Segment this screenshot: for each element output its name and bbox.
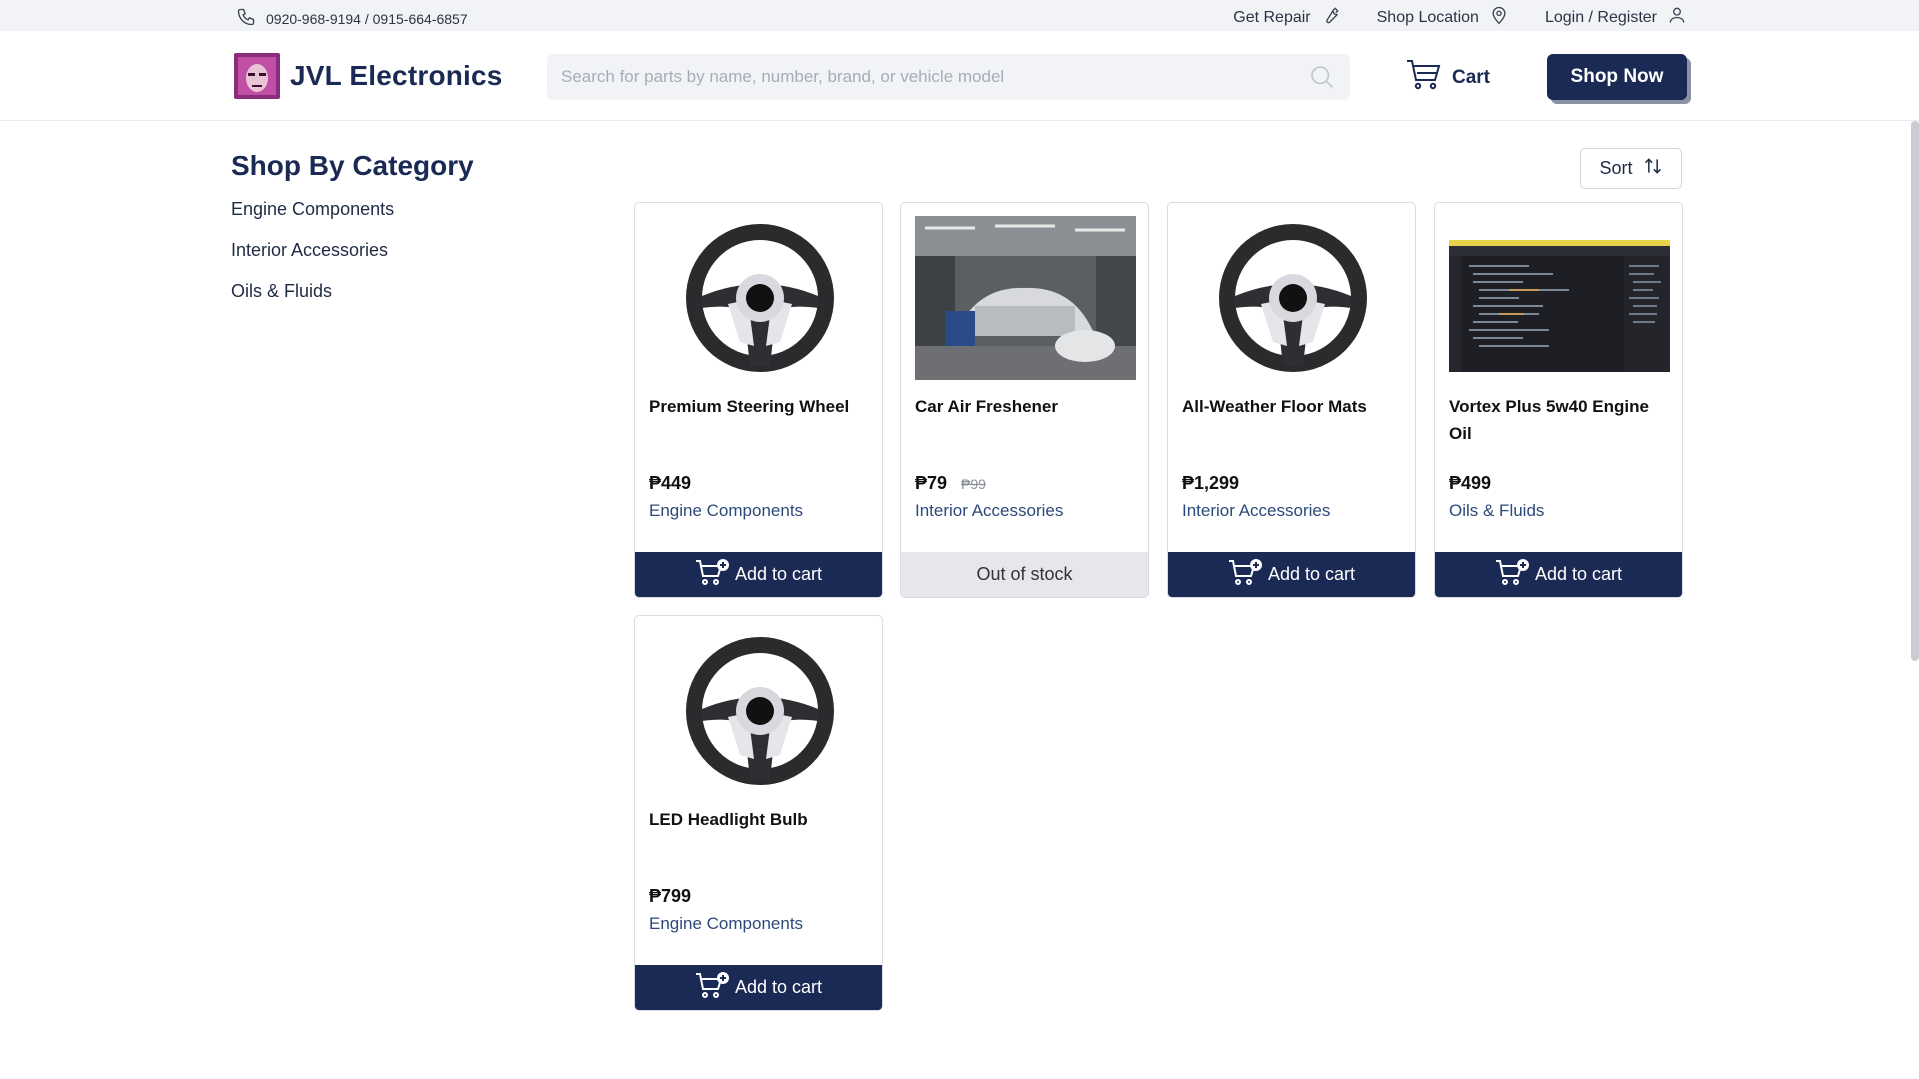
main-header: JVL Electronics Cart Shop Now [0, 31, 1919, 121]
add-to-cart-button[interactable]: Add to cart [635, 965, 882, 1010]
sort-label: Sort [1599, 158, 1633, 178]
out-of-stock-button: Out of stock [901, 552, 1148, 597]
product-image [649, 629, 870, 793]
product-old-price: ₱99 [961, 476, 986, 492]
garage-photo-icon [915, 216, 1136, 380]
product-name[interactable]: Premium Steering Wheel [649, 393, 874, 420]
product-price: ₱499 [1449, 473, 1492, 493]
search-input[interactable] [547, 54, 1287, 100]
add-to-cart-button[interactable]: Add to cart [1435, 552, 1682, 597]
add-to-cart-label: Add to cart [1534, 564, 1623, 584]
cart-plus-icon [1495, 558, 1529, 591]
scrollbar[interactable] [1911, 121, 1919, 661]
cart-label: Cart [1452, 67, 1491, 88]
brand-logo[interactable]: JVL Electronics [234, 53, 503, 99]
phone-numbers: 0920-968-9194 / 0915-664-6857 [266, 10, 468, 27]
brand-name: JVL Electronics [290, 60, 503, 91]
product-price: ₱799 [649, 886, 692, 906]
category-interior-accessories[interactable]: Interior Accessories [231, 240, 394, 281]
steering-wheel-icon [1218, 224, 1367, 372]
add-to-cart-button[interactable]: Add to cart [635, 552, 882, 597]
steering-wheel-icon [685, 224, 834, 372]
logo-image [234, 53, 280, 99]
product-price: ₱449 [649, 473, 692, 493]
search-icon[interactable] [1308, 63, 1336, 96]
shop-location-link[interactable]: Shop Location [1377, 5, 1509, 30]
product-category[interactable]: Engine Components [649, 914, 803, 934]
phone-icon [236, 7, 256, 30]
cart-icon [1406, 59, 1442, 97]
category-oils-fluids[interactable]: Oils & Fluids [231, 281, 394, 322]
login-register-link[interactable]: Login / Register [1545, 5, 1687, 30]
search-bar [547, 54, 1350, 100]
product-name[interactable]: All-Weather Floor Mats [1182, 393, 1407, 420]
get-repair-label: Get Repair [1233, 8, 1311, 26]
product-price-row: ₱449 [649, 473, 691, 494]
top-bar: 0920-968-9194 / 0915-664-6857 Get Repair… [0, 0, 1919, 31]
product-card[interactable]: Car Air Freshener ₱79 ₱99 Interior Acces… [900, 202, 1149, 598]
wrench-icon [1321, 5, 1341, 30]
product-category[interactable]: Oils & Fluids [1449, 501, 1544, 521]
cart-plus-icon [695, 971, 729, 1004]
map-pin-icon [1489, 5, 1509, 30]
shop-now-button[interactable]: Shop Now [1547, 54, 1687, 100]
product-card[interactable]: Vortex Plus 5w40 Engine Oil ₱499 Oils & … [1434, 202, 1683, 598]
product-image [1449, 216, 1670, 380]
cart-link[interactable]: Cart [1406, 59, 1490, 97]
product-category[interactable]: Interior Accessories [1182, 501, 1330, 521]
product-price-row: ₱79 ₱99 [915, 473, 986, 494]
product-image [915, 216, 1136, 380]
cart-plus-icon [1228, 558, 1262, 591]
product-name[interactable]: Vortex Plus 5w40 Engine Oil [1449, 393, 1674, 447]
product-card[interactable]: All-Weather Floor Mats ₱1,299 Interior A… [1167, 202, 1416, 598]
category-list: Engine Components Interior Accessories O… [231, 199, 394, 322]
product-card[interactable]: Premium Steering Wheel ₱449 Engine Compo… [634, 202, 883, 598]
product-category[interactable]: Interior Accessories [915, 501, 1063, 521]
user-icon [1667, 5, 1687, 30]
shop-location-label: Shop Location [1376, 8, 1479, 26]
product-name[interactable]: Car Air Freshener [915, 393, 1140, 420]
product-price-row: ₱799 [649, 886, 691, 907]
category-engine-components[interactable]: Engine Components [231, 199, 394, 240]
product-image [649, 216, 870, 380]
product-category[interactable]: Engine Components [649, 501, 803, 521]
product-price: ₱1,299 [1182, 473, 1240, 493]
add-to-cart-label: Add to cart [1267, 564, 1356, 584]
add-to-cart-label: Add to cart [734, 564, 823, 584]
login-register-label: Login / Register [1544, 8, 1657, 26]
product-price-row: ₱1,299 [1182, 473, 1239, 494]
get-repair-link[interactable]: Get Repair [1233, 5, 1340, 30]
contact-phone: 0920-968-9194 / 0915-664-6857 [236, 7, 468, 30]
sort-arrows-icon [1643, 156, 1663, 181]
add-to-cart-label: Add to cart [734, 977, 823, 997]
product-name[interactable]: LED Headlight Bulb [649, 806, 874, 833]
code-screenshot-icon [1449, 240, 1670, 372]
product-price: ₱79 [915, 473, 948, 493]
cart-plus-icon [695, 558, 729, 591]
category-heading: Shop By Category [231, 150, 474, 181]
product-card[interactable]: LED Headlight Bulb ₱799 Engine Component… [634, 615, 883, 1011]
product-price-row: ₱499 [1449, 473, 1491, 494]
out-of-stock-label: Out of stock [976, 564, 1073, 584]
add-to-cart-button[interactable]: Add to cart [1168, 552, 1415, 597]
steering-wheel-icon [685, 637, 834, 785]
product-image [1182, 216, 1403, 380]
sort-button[interactable]: Sort [1580, 148, 1682, 189]
